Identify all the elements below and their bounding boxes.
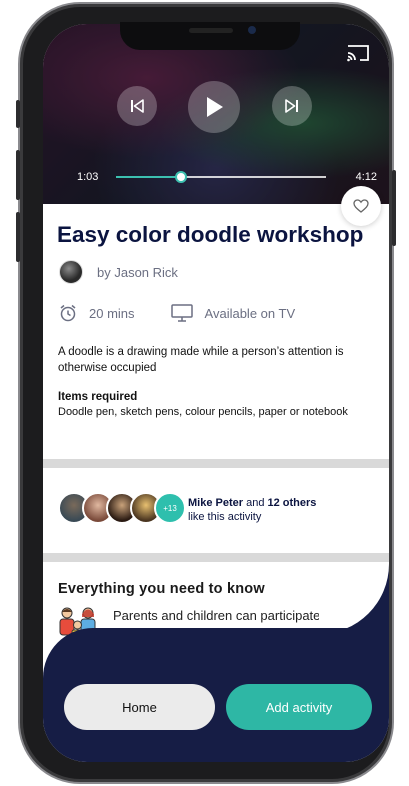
likes-suffix: like this activity [188,511,262,523]
tv-availability: Available on TV [170,304,296,322]
play-icon [207,97,223,117]
activity-title: Easy color doodle workshop [57,222,364,247]
items-required-heading: Items required [58,391,138,403]
more-likers-badge[interactable]: +13 [154,492,186,524]
progress-bar[interactable] [116,171,326,183]
app-screen: 1:03 4:12 Easy color doodle workshop by … [43,24,389,762]
skip-next-icon [285,99,298,113]
previous-button[interactable] [117,86,157,126]
next-button[interactable] [272,86,312,126]
author-avatar [59,260,83,284]
activity-description: A doodle is a drawing made while a perso… [58,346,344,374]
power-button [392,170,396,246]
tv-availability-text: Available on TV [204,305,296,321]
likes-summary[interactable]: Mike Peter and 12 others like this activ… [188,496,316,524]
silent-switch [16,100,20,128]
skip-previous-icon [131,99,144,113]
likes-and: and [243,497,268,509]
add-activity-button[interactable]: Add activity [226,684,372,730]
tv-icon [170,304,193,322]
items-required-list: Doodle pen, sketch pens, colour pencils,… [58,406,348,418]
home-button[interactable]: Home [64,684,215,730]
total-time: 4:12 [355,171,377,183]
duration-text: 20 mins [89,305,135,321]
likes-others: 12 others [267,497,317,509]
video-player[interactable]: 1:03 4:12 [43,24,389,204]
front-camera [248,26,256,34]
section-divider [43,459,389,468]
volume-down-button [16,212,20,262]
alarm-clock-icon [60,304,76,322]
section-divider [43,553,389,562]
info-section-title: Everything you need to know [58,581,265,597]
cast-icon[interactable] [347,44,369,62]
phone-notch [120,22,300,50]
bottom-panel-curve [319,564,389,634]
author-name: by Jason Rick [97,264,178,280]
favorite-button[interactable] [341,186,381,226]
speaker-grille [189,28,233,33]
progress-handle[interactable] [175,171,187,183]
author-row[interactable]: by Jason Rick [59,260,178,284]
heart-icon [353,199,369,213]
volume-up-button [16,150,20,200]
progress-fill [116,176,181,178]
liker-name: Mike Peter [188,497,244,509]
current-time: 1:03 [77,171,99,183]
play-button[interactable] [188,81,240,133]
duration: 20 mins [59,304,135,322]
liker-avatars[interactable]: +13 [58,492,186,524]
activity-meta: 20 mins Available on TV [59,304,295,322]
